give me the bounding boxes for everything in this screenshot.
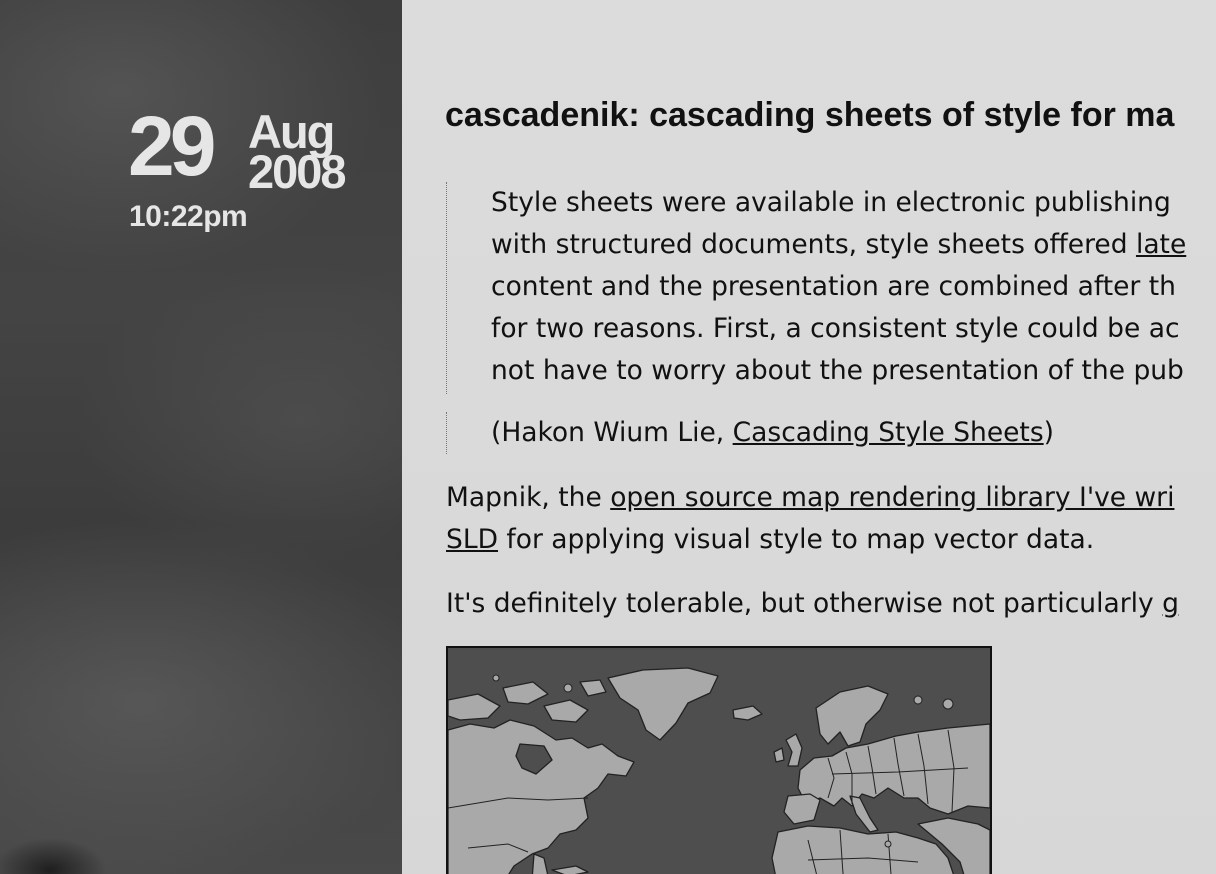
citation-link[interactable]: Cascading Style Sheets bbox=[733, 417, 1044, 448]
quote-line: content and the presentation are combine… bbox=[491, 271, 1176, 302]
date-time: 10:22pm bbox=[129, 200, 248, 233]
date-day: 29 bbox=[128, 99, 216, 193]
date-year: 2008 bbox=[248, 145, 347, 198]
citation-prefix: (Hakon Wium Lie, bbox=[491, 417, 733, 448]
quote-line: not have to worry about the presentation… bbox=[491, 355, 1184, 386]
quote-line-text: with structured documents, style sheets … bbox=[491, 229, 1136, 260]
sidebar: 29 Aug 2008 10:22pm bbox=[0, 0, 402, 874]
paragraph-link[interactable]: g bbox=[1162, 588, 1179, 619]
mapnik-link[interactable]: open source map rendering library I've w… bbox=[610, 482, 1174, 513]
sidebar-background-shape bbox=[0, 820, 120, 874]
world-map-image bbox=[446, 646, 992, 874]
quote-line: for two reasons. First, a consistent sty… bbox=[491, 313, 1180, 344]
citation-line: (Hakon Wium Lie, Cascading Style Sheets) bbox=[491, 412, 1054, 454]
citation-suffix: ) bbox=[1043, 417, 1054, 448]
quote-line: with structured documents, style sheets … bbox=[491, 224, 1186, 266]
quote-citation: (Hakon Wium Lie, Cascading Style Sheets) bbox=[446, 412, 1054, 454]
paragraph: Mapnik, the open source map rendering li… bbox=[446, 477, 1174, 561]
post-title: cascadenik: cascading sheets of style fo… bbox=[445, 96, 1175, 134]
paragraph-text: It's definitely tolerable, but otherwise… bbox=[446, 588, 1163, 619]
quote-line: Style sheets were available in electroni… bbox=[491, 187, 1171, 218]
paragraph-text: for applying visual style to map vector … bbox=[498, 524, 1095, 555]
paragraph-text: Mapnik, the bbox=[446, 482, 611, 513]
world-map-graphic bbox=[448, 648, 990, 874]
post-content: cascadenik: cascading sheets of style fo… bbox=[402, 0, 1216, 874]
quote-link[interactable]: late bbox=[1136, 229, 1186, 260]
sld-link[interactable]: SLD bbox=[446, 524, 498, 555]
blockquote: Style sheets were available in electroni… bbox=[446, 182, 1186, 394]
paragraph: It's definitely tolerable, but otherwise… bbox=[446, 583, 1179, 625]
